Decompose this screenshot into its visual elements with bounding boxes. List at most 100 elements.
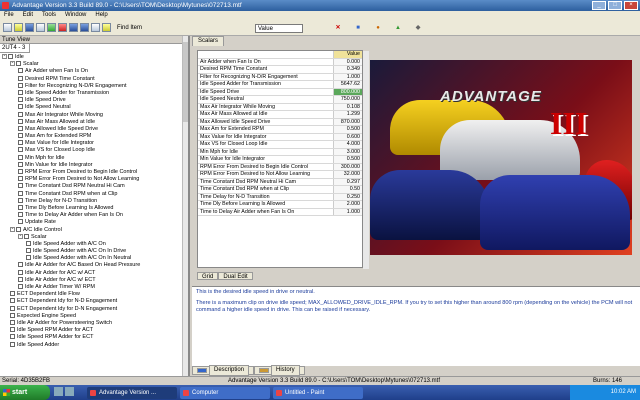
tree-checkbox[interactable] (18, 190, 23, 196)
scalar-row[interactable]: Max Air Mass Allowed at Idle 1.299 (198, 111, 362, 119)
scalar-row[interactable]: Air Adder when Fan Is On 0.000 (198, 58, 362, 66)
task-paint[interactable]: Untitled - Paint (273, 386, 363, 399)
scalar-value[interactable]: 0.50 (334, 186, 362, 193)
tree-item[interactable]: - Scalar (0, 233, 184, 241)
tree-item[interactable]: Time Delay for N-D Transition (0, 198, 184, 205)
tree-item[interactable]: Idle Air Adder for A/C w/ ECT (0, 277, 184, 284)
tree-checkbox[interactable] (18, 284, 23, 290)
scalar-value[interactable]: 300.000 (334, 163, 362, 170)
scalar-value[interactable]: 0.349 (334, 66, 362, 73)
tree-checkbox[interactable] (16, 61, 21, 67)
scalar-row[interactable]: Filter for Recognizing N-D/R Engagement 1… (198, 73, 362, 81)
scalar-row[interactable]: Max Allowed Idle Speed Drive 870.000 (198, 118, 362, 126)
tree-checkbox[interactable] (10, 312, 15, 318)
tree-checkbox[interactable] (18, 125, 23, 131)
compare-icon[interactable] (91, 23, 100, 32)
tree-checkbox[interactable] (10, 341, 15, 347)
tree-checkbox[interactable] (18, 169, 23, 175)
tree-checkbox[interactable] (10, 334, 15, 340)
tree-item[interactable]: RPM Error From Desired to Begin Idle Con… (0, 169, 184, 176)
tree-item[interactable]: Max Air Mass Allowed at Idle (0, 119, 184, 126)
task-computer[interactable]: Computer (180, 386, 270, 399)
tree-scrollbar[interactable] (182, 36, 188, 376)
tree-checkbox[interactable] (18, 111, 23, 117)
scalar-row[interactable]: Time Constant Dsd RPM Neutral Hi Cam 0.29… (198, 178, 362, 186)
menu-window[interactable]: Window (65, 11, 86, 20)
scalar-value[interactable]: 1.299 (334, 111, 362, 118)
scalar-row[interactable]: Max Air Integrator While Moving 0.108 (198, 103, 362, 111)
scalar-value[interactable]: 3.000 (334, 148, 362, 155)
scalar-value[interactable]: 0.297 (334, 178, 362, 185)
scalar-row[interactable]: Time Delay for N-D Transition 0.250 (198, 193, 362, 201)
tree-checkbox[interactable] (18, 262, 23, 268)
tree-checkbox[interactable] (18, 68, 23, 74)
tree-item[interactable]: Idle Speed RPM Adder for ACT (0, 327, 184, 334)
tree-item[interactable]: Expected Engine Speed (0, 313, 184, 320)
tree-item[interactable]: Idle Speed Drive (0, 97, 184, 104)
task-advantage[interactable]: Advantage Version ... (87, 386, 177, 399)
tree-checkbox[interactable] (18, 219, 23, 225)
tree-item[interactable]: Max VS for Closed Loop Idle (0, 147, 184, 154)
search-icon[interactable] (102, 23, 111, 32)
scalar-row[interactable]: RPM Error From Desired to Not Allow Lear… (198, 171, 362, 179)
scalar-value[interactable]: 0.108 (334, 103, 362, 110)
tree-item[interactable]: Idle Speed Neutral (0, 104, 184, 111)
read-icon[interactable] (69, 23, 78, 32)
tree-checkbox[interactable] (18, 204, 23, 210)
print-icon[interactable] (36, 23, 45, 32)
scalar-value[interactable]: 0.500 (334, 126, 362, 133)
scalar-value[interactable]: 1.000 (334, 73, 362, 80)
tree-item[interactable]: Idle Speed Adder with A/C On In Drive (0, 248, 184, 255)
tree-checkbox[interactable] (24, 233, 29, 239)
expand-toggle-icon[interactable]: - (10, 61, 15, 67)
scalar-value[interactable]: 0.000 (334, 58, 362, 65)
tree-item[interactable]: - Scalar (0, 61, 184, 68)
scalar-value[interactable]: 750.000 (334, 96, 362, 103)
tree-item[interactable]: Max Air Integrator While Moving (0, 112, 184, 119)
scalar-row[interactable]: Idle Speed Adder for Transmission 5647.62 (198, 81, 362, 89)
tree-item[interactable]: Update Rate (0, 219, 184, 226)
menu-edit[interactable]: Edit (23, 11, 33, 20)
scalar-row[interactable]: Max Value for Idle Integrator 0.600 (198, 133, 362, 141)
scalar-value[interactable]: 1.000 (334, 208, 362, 215)
tree-checkbox[interactable] (18, 176, 23, 182)
tree-item[interactable]: ECT Dependent Idy for N-D Engagement (0, 298, 184, 305)
tree-item[interactable]: Idle Speed Adder with A/C On In Neutral (0, 255, 184, 262)
tree-checkbox[interactable] (18, 212, 23, 218)
tree-checkbox[interactable] (18, 276, 23, 282)
scalar-row[interactable]: Time Dly Before Learning Is Allowed 2.000 (198, 201, 362, 209)
tree-item[interactable]: Idle Air Adder for A/C Based On Head Pre… (0, 262, 184, 269)
new-icon[interactable] (3, 23, 12, 32)
tab-scalars[interactable]: Scalars (192, 36, 225, 46)
scalar-value[interactable]: 0.250 (334, 193, 362, 200)
tree-checkbox[interactable] (16, 226, 21, 232)
scalar-row[interactable]: Min Mph for Idle 3.000 (198, 148, 362, 156)
tree-checkbox[interactable] (10, 327, 15, 333)
tree-checkbox[interactable] (26, 240, 31, 246)
scalar-value[interactable]: 5647.62 (334, 81, 362, 88)
tree-item[interactable]: Idle Speed Adder for Transmission (0, 90, 184, 97)
scalar-row[interactable]: Desired RPM Time Constant 0.349 (198, 66, 362, 74)
scalar-value[interactable]: 32.000 (334, 171, 362, 178)
tree-checkbox[interactable] (18, 147, 23, 153)
scalar-value[interactable]: 870.000 (334, 118, 362, 125)
close-button[interactable]: × (624, 1, 638, 10)
grid-scrollbar[interactable] (363, 51, 369, 269)
scalar-row[interactable]: Min Value for Idle Integrator 0.500 (198, 156, 362, 164)
scalar-value[interactable]: 4.000 (334, 141, 362, 148)
disconnect-icon[interactable] (58, 23, 67, 32)
tune-combo[interactable]: 2UT4 - 3 (0, 44, 30, 53)
scalar-row[interactable]: Max Am for Extended RPM 0.500 (198, 126, 362, 134)
tree-item[interactable]: - A/C Idle Control (0, 226, 184, 234)
scalar-row[interactable]: Time Constant Dsd RPM when at Clip 0.50 (198, 186, 362, 194)
scalar-value[interactable]: 800.000 (334, 88, 362, 95)
tree-item[interactable]: ECT Dependent Idy for D-N Engagement (0, 306, 184, 313)
connect-icon[interactable] (47, 23, 56, 32)
start-button[interactable]: start (0, 385, 50, 400)
tree-item[interactable]: Air Adder when Fan Is On (0, 68, 184, 75)
tree-checkbox[interactable] (18, 197, 23, 203)
tree-checkbox[interactable] (10, 291, 15, 297)
tree-checkbox[interactable] (8, 54, 13, 60)
minimize-button[interactable]: _ (592, 1, 606, 10)
tree-item[interactable]: Min Value for Idle Integrator (0, 162, 184, 169)
